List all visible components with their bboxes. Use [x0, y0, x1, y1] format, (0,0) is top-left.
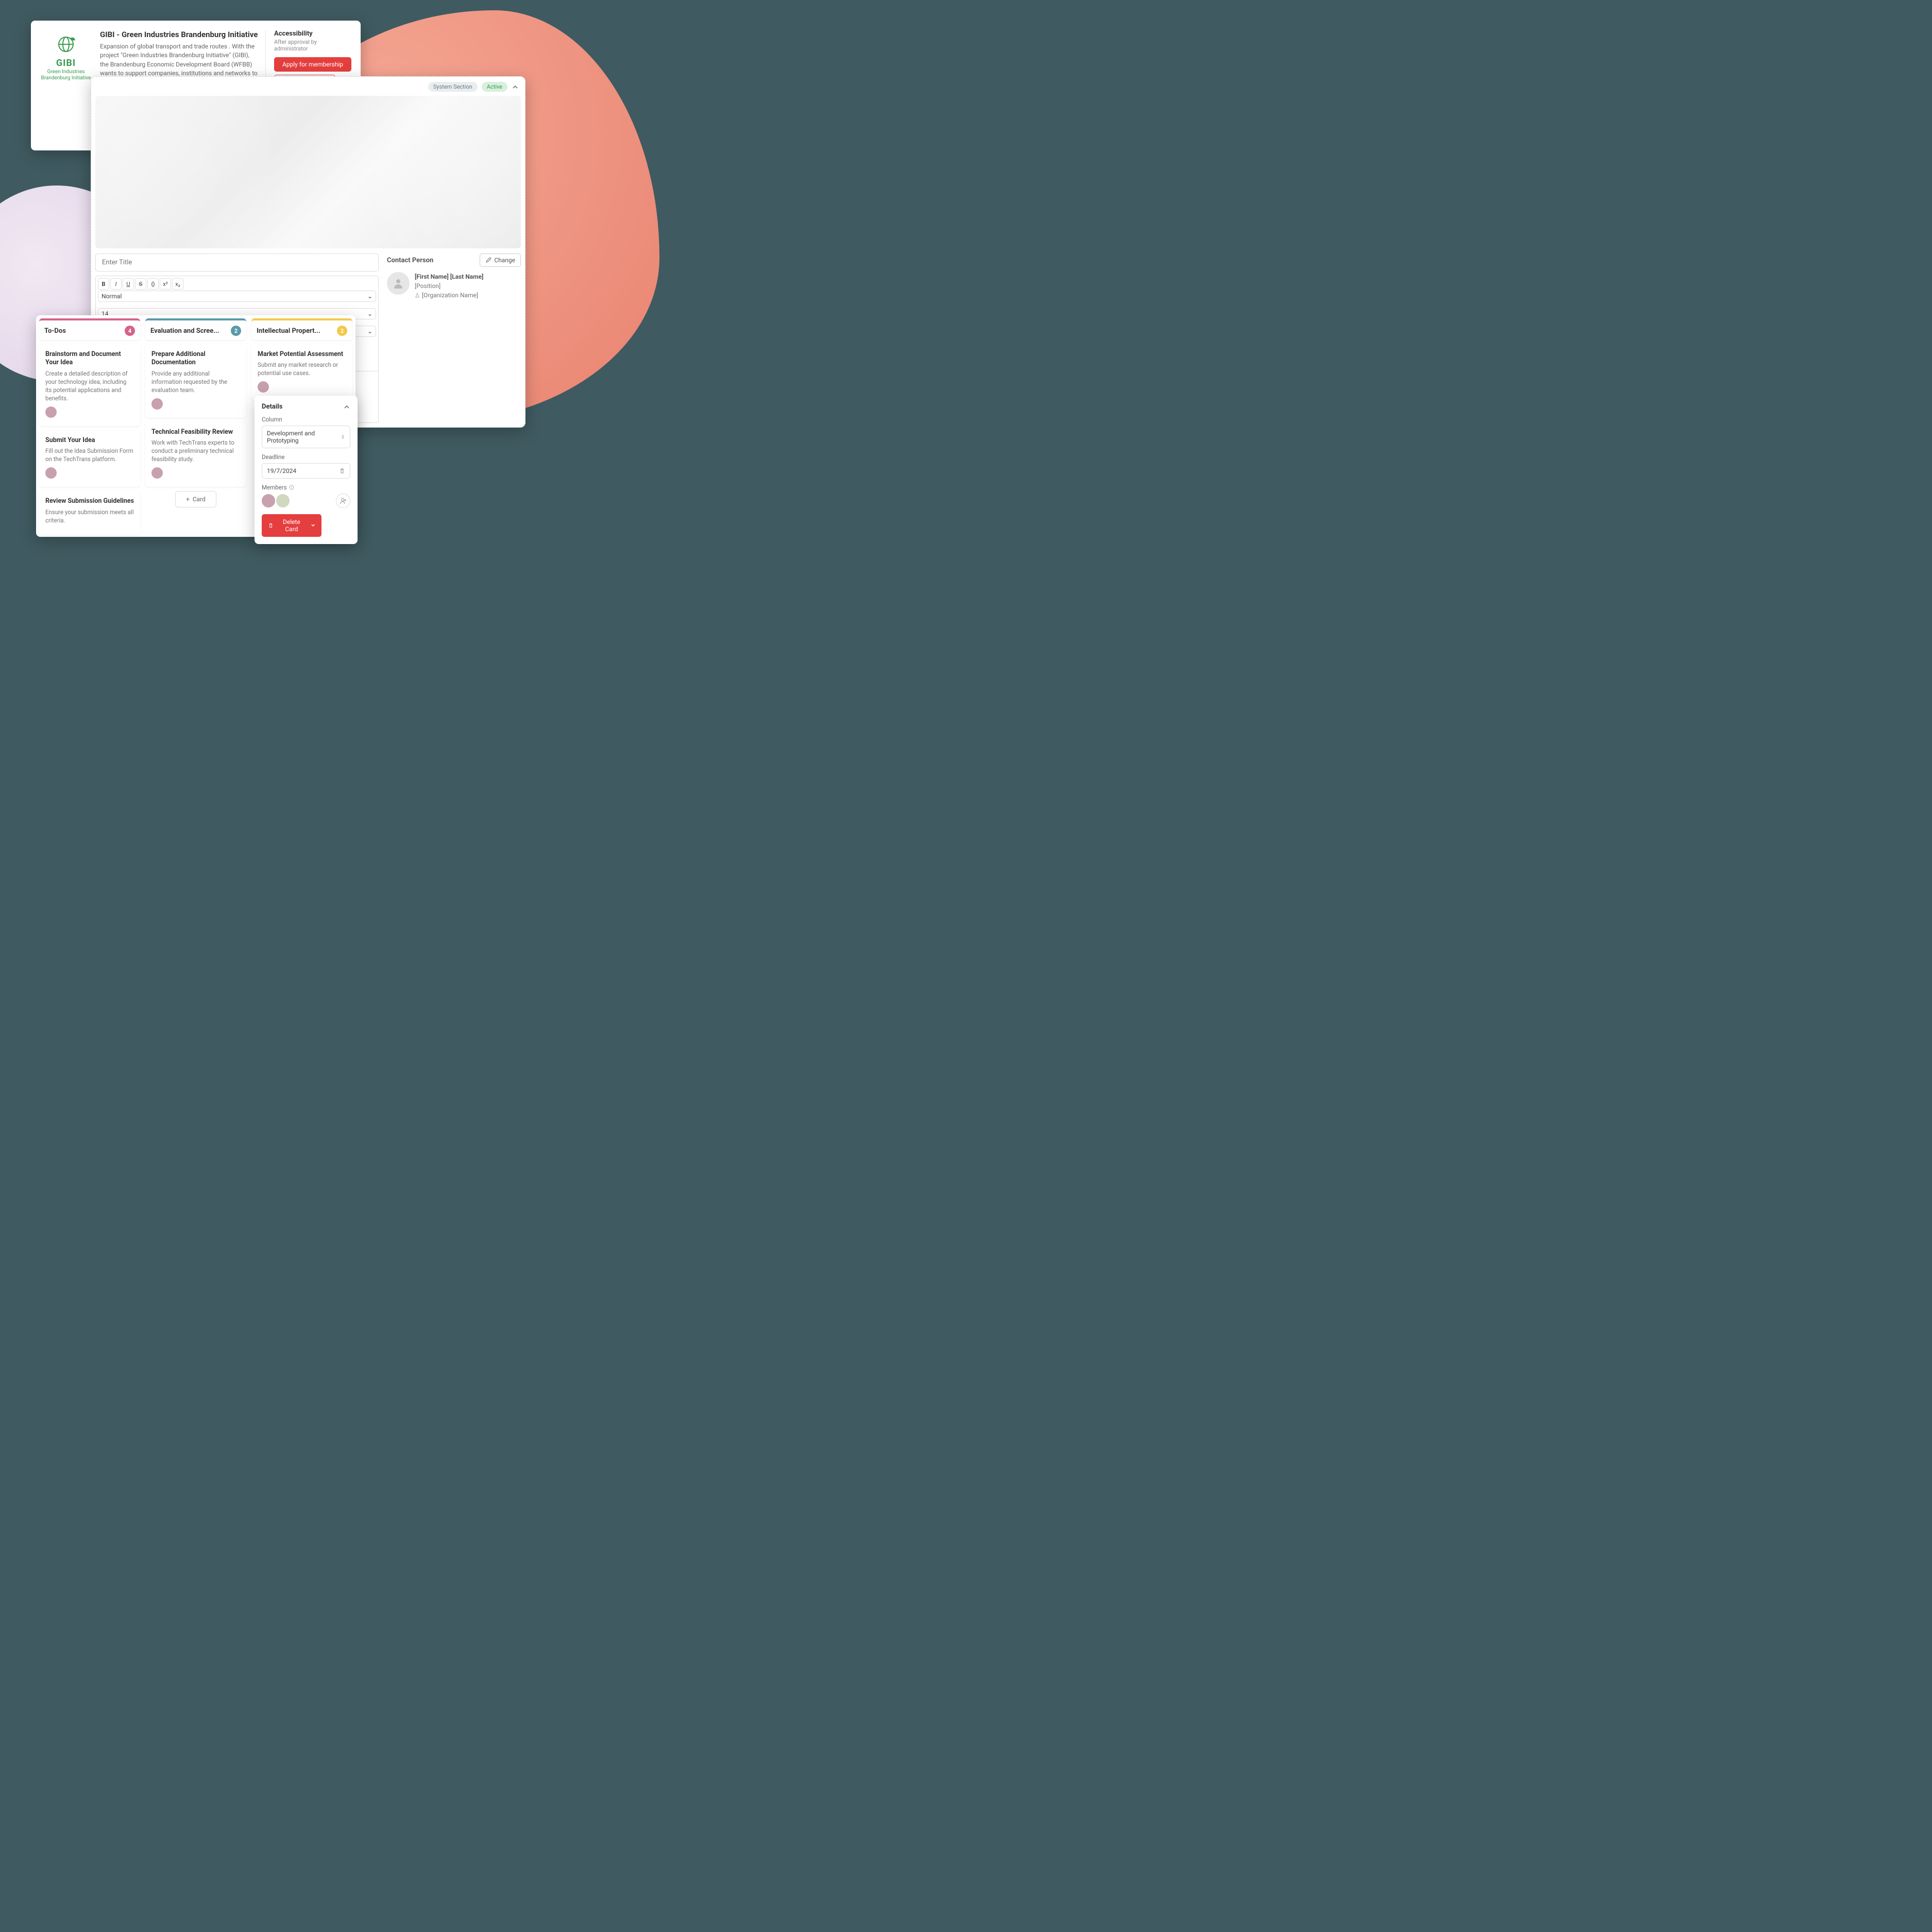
kanban-card[interactable]: Market Potential Assessment Submit any m… [251, 344, 352, 401]
contact-avatar [387, 272, 410, 295]
group-title: GIBI - Green Industries Brandenburg Init… [100, 30, 258, 39]
logo-sub2: Brandenburg Initiative [40, 75, 92, 81]
system-section-pill: System Section [428, 82, 478, 92]
chevron-down-icon [311, 523, 315, 528]
column-count: 4 [125, 326, 135, 336]
svg-text:i: i [291, 486, 292, 489]
plus-icon: + [186, 496, 190, 503]
logo-brand: GIBI [40, 58, 92, 69]
card-title: Prepare Additional Documentation [151, 350, 240, 367]
kanban-card[interactable]: Prepare Additional Documentation Provide… [145, 344, 246, 418]
column-count: 2 [337, 326, 347, 336]
column-header[interactable]: Evaluation and Scree... 2 [145, 318, 246, 340]
code-button[interactable]: {} [147, 278, 159, 290]
add-member-button[interactable] [336, 494, 350, 508]
column-label: Column [262, 416, 350, 423]
card-avatar [151, 398, 163, 410]
pencil-icon [485, 257, 492, 263]
contact-position: [Position] [415, 281, 483, 291]
card-title: Review Submission Guidelines [45, 497, 134, 505]
kanban-column-todos: To-Dos 4 Brainstorm and Document Your Id… [39, 318, 140, 534]
column-header[interactable]: To-Dos 4 [39, 318, 140, 340]
change-contact-button[interactable]: Change [480, 253, 521, 267]
chevron-up-icon[interactable] [343, 403, 350, 411]
kanban-card[interactable]: Brainstorm and Document Your Idea Create… [39, 344, 140, 426]
card-body: Create a detailed description of your te… [45, 369, 134, 402]
card-title: Submit Your Idea [45, 436, 134, 445]
card-avatar [151, 467, 163, 479]
kanban-card[interactable]: Review Submission Guidelines Ensure your… [39, 491, 140, 534]
kanban-card[interactable]: Submit Your Idea Fill out the Idea Submi… [39, 430, 140, 487]
card-avatar [258, 381, 269, 393]
details-heading: Details [262, 403, 282, 411]
kanban-column-evaluation: Evaluation and Scree... 2 Prepare Additi… [145, 318, 246, 534]
editor-head: System Section Active [95, 81, 521, 96]
column-title: To-Dos [44, 327, 66, 335]
person-icon [392, 277, 404, 290]
info-icon: i [289, 485, 294, 490]
apply-membership-button[interactable]: Apply for membership [274, 57, 351, 72]
deadline-label: Deadline [262, 453, 350, 461]
accessibility-heading: Accessibility [274, 30, 351, 38]
italic-button[interactable]: I [110, 278, 122, 290]
card-details-popover: Details Column Development and Prototypi… [255, 396, 358, 544]
contact-name: [First Name] [Last Name] [415, 272, 483, 281]
card-body: Ensure your submission meets all criteri… [45, 508, 134, 524]
column-header[interactable]: Intellectual Propert... 2 [251, 318, 352, 340]
contact-info: [First Name] [Last Name] [Position] [Org… [415, 272, 483, 300]
select-arrows-icon [341, 434, 345, 439]
card-body: Submit any market research or potential … [258, 361, 346, 377]
column-select[interactable]: Development and Prototyping [262, 426, 350, 448]
card-title: Market Potential Assessment [258, 350, 346, 359]
strike-button[interactable]: S [135, 278, 146, 290]
contact-org: [Organization Name] [422, 291, 478, 300]
contact-heading: Contact Person [387, 257, 433, 264]
hero-image[interactable] [95, 96, 521, 248]
accessibility-text: After approval by administrator [274, 39, 351, 52]
logo-sub1: Green Industries [40, 69, 92, 75]
card-body: Work with TechTrans experts to conduct a… [151, 438, 240, 463]
trash-icon [268, 522, 274, 529]
card-avatar [45, 406, 57, 418]
card-avatar [45, 467, 57, 479]
contact-panel: Contact Person Change [First Name] [Last… [387, 253, 521, 423]
globe-leaf-icon [55, 33, 77, 56]
trash-icon[interactable] [339, 468, 345, 474]
member-avatars [262, 494, 290, 507]
kanban-card[interactable]: Technical Feasibility Review Work with T… [145, 422, 246, 487]
column-title: Intellectual Propert... [257, 327, 320, 335]
title-input[interactable] [95, 253, 379, 272]
superscript-button[interactable]: x² [160, 278, 171, 290]
org-icon [415, 293, 420, 298]
delete-card-button[interactable]: Delete Card [262, 514, 321, 537]
column-title: Evaluation and Scree... [150, 327, 219, 335]
person-plus-icon [340, 497, 347, 504]
underline-button[interactable]: U [123, 278, 134, 290]
chevron-up-icon[interactable] [512, 83, 519, 91]
bold-button[interactable]: B [98, 278, 109, 290]
card-body: Provide any additional information reque… [151, 369, 240, 394]
format-select[interactable]: Normal⌄ [98, 291, 376, 302]
card-title: Brainstorm and Document Your Idea [45, 350, 134, 367]
group-logo: GIBI Green Industries Brandenburg Initia… [40, 30, 92, 143]
card-body: Fill out the Idea Submission Form on the… [45, 447, 134, 463]
members-label: Members i [262, 484, 350, 491]
card-title: Technical Feasibility Review [151, 428, 240, 436]
deadline-input[interactable]: 19/7/2024 [262, 463, 350, 479]
add-card-button[interactable]: + Card [175, 491, 216, 507]
subscript-button[interactable]: x₂ [172, 278, 183, 290]
column-count: 2 [231, 326, 241, 336]
active-pill: Active [482, 82, 507, 92]
